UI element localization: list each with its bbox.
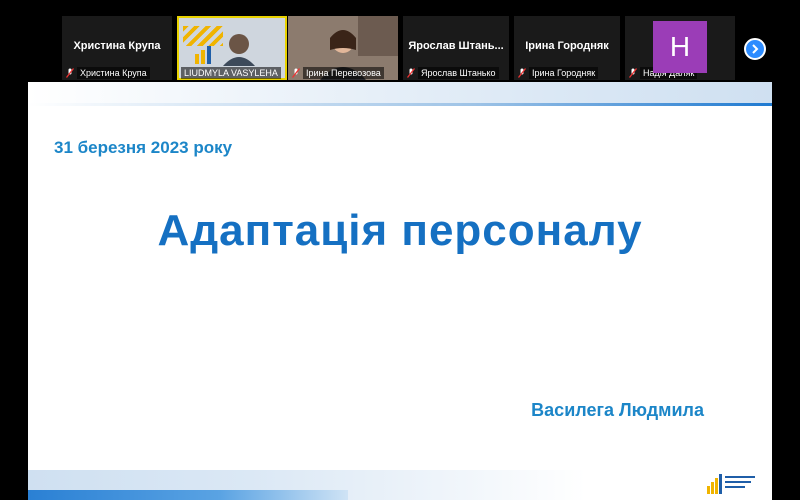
shared-screen-slide: 31 березня 2023 року Адаптація персоналу…	[28, 82, 772, 500]
participant-tile[interactable]: Ірина Городняк Ірина Городняк	[514, 16, 620, 80]
participant-avatar: H	[653, 21, 707, 73]
mic-muted-icon	[407, 68, 415, 78]
participant-name: Христина Крупа	[73, 40, 161, 52]
participant-label: LIUDMYLA VASYLEHA	[181, 67, 281, 79]
participant-name: Ярослав Штань...	[408, 40, 504, 52]
participant-strip: Христина Крупа Христина Крупа LIUDMYLA V…	[0, 0, 800, 82]
federation-logo	[706, 470, 762, 496]
next-page-button[interactable]	[744, 38, 766, 60]
participant-label: Ярослав Штанько	[418, 67, 499, 79]
participant-tile[interactable]: Ярослав Штань... Ярослав Штанько	[403, 16, 509, 80]
mic-muted-icon	[518, 68, 526, 78]
participant-label: Христина Крупа	[77, 67, 150, 79]
mic-muted-icon	[66, 68, 74, 78]
participant-video-tile[interactable]: Ірина Перевозова	[288, 16, 398, 80]
participant-label: Ірина Городняк	[529, 67, 599, 79]
participant-name: Ірина Городняк	[525, 40, 609, 52]
federation-logo-icon	[707, 474, 755, 494]
slide-title: Адаптація персоналу	[157, 206, 643, 255]
participant-tile[interactable]: Христина Крупа Христина Крупа	[62, 16, 172, 80]
participant-video-tile[interactable]: LIUDMYLA VASYLEHA	[177, 16, 287, 80]
mic-muted-icon	[629, 68, 637, 78]
slide-top-decoration	[28, 82, 772, 106]
chevron-right-icon	[752, 44, 759, 54]
mic-muted-icon	[292, 68, 300, 78]
slide-date: 31 березня 2023 року	[54, 138, 233, 157]
slide-author: Василега Людмила	[531, 400, 704, 420]
person-silhouette-icon	[195, 34, 255, 66]
slide-bottom-decoration	[28, 470, 772, 500]
participant-label: Ірина Перевозова	[303, 67, 384, 79]
